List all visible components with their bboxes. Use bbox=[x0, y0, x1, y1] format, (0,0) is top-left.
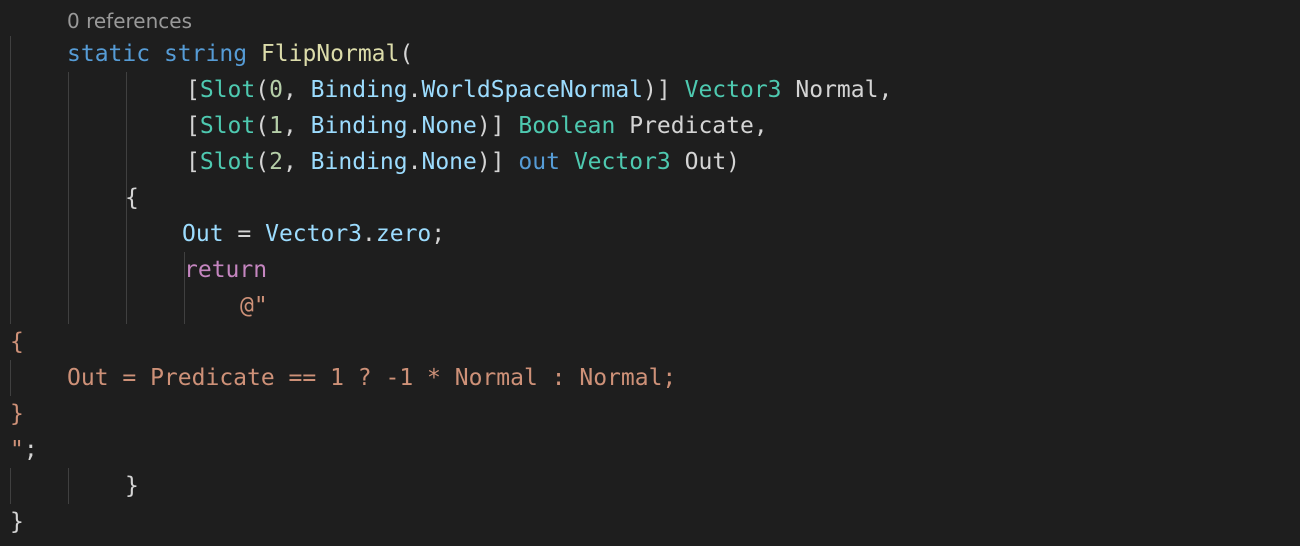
number: 1 bbox=[269, 113, 283, 139]
string-literal: } bbox=[10, 401, 24, 427]
code-line: { bbox=[125, 180, 139, 216]
string-literal: @" bbox=[240, 293, 268, 319]
indent-guide bbox=[68, 468, 69, 504]
enum-member: WorldSpaceNormal bbox=[421, 77, 644, 103]
code-line: [Slot(1, Binding.None)] Boolean Predicat… bbox=[186, 113, 768, 139]
open-brace: { bbox=[125, 185, 139, 211]
enum-type: Binding bbox=[310, 149, 408, 175]
code-line: static string FlipNormal( bbox=[67, 41, 414, 67]
code-line: @" bbox=[240, 288, 268, 324]
keyword: string bbox=[163, 41, 248, 67]
code-line: } bbox=[10, 504, 24, 540]
close-brace: } bbox=[125, 473, 139, 499]
enum-member: None bbox=[421, 149, 477, 175]
property: zero bbox=[375, 221, 432, 247]
code-line: "; bbox=[10, 437, 38, 463]
keyword: static bbox=[67, 41, 151, 67]
attribute: Slot bbox=[199, 77, 256, 103]
number: 2 bbox=[269, 149, 283, 175]
parameter-name: Predicate bbox=[629, 113, 754, 139]
code-line: Out = Predicate == 1 ? -1 * Normal : Nor… bbox=[67, 360, 676, 396]
code-line: return bbox=[184, 252, 267, 288]
keyword-return: return bbox=[184, 257, 268, 283]
type-name: Boolean bbox=[518, 113, 616, 139]
string-literal: Out = Predicate == 1 ? -1 * Normal : Nor… bbox=[67, 365, 677, 391]
type-name: Vector3 bbox=[265, 221, 363, 247]
indent-guide bbox=[10, 36, 11, 324]
number: 0 bbox=[269, 77, 283, 103]
codelens-references[interactable]: 0 references bbox=[67, 6, 192, 36]
parameter-name: Normal bbox=[795, 77, 879, 103]
code-line: } bbox=[125, 468, 139, 504]
parameter-name: Out bbox=[684, 149, 727, 175]
code-line: Out = Vector3.zero; bbox=[182, 221, 446, 247]
enum-type: Binding bbox=[310, 77, 408, 103]
enum-member: None bbox=[421, 113, 477, 139]
variable: Out bbox=[182, 221, 224, 247]
keyword: out bbox=[518, 149, 560, 175]
string-literal: " bbox=[10, 437, 24, 463]
code-line: [Slot(2, Binding.None)] out Vector3 Out) bbox=[186, 149, 741, 175]
code-line: [Slot(0, Binding.WorldSpaceNormal)] Vect… bbox=[186, 77, 893, 103]
enum-type: Binding bbox=[310, 113, 408, 139]
indent-guide bbox=[68, 72, 69, 324]
indent-guide bbox=[10, 468, 11, 504]
code-editor[interactable]: 0 references static string FlipNormal( [… bbox=[0, 0, 1300, 546]
string-literal: { bbox=[10, 329, 24, 355]
indent-guide bbox=[10, 360, 11, 396]
type-name: Vector3 bbox=[573, 149, 671, 175]
code-line: } bbox=[10, 396, 24, 432]
attribute: Slot bbox=[199, 113, 256, 139]
close-brace: } bbox=[10, 509, 24, 535]
method-name: FlipNormal bbox=[260, 41, 400, 67]
attribute: Slot bbox=[199, 149, 256, 175]
type-name: Vector3 bbox=[684, 77, 782, 103]
code-line: { bbox=[10, 324, 24, 360]
